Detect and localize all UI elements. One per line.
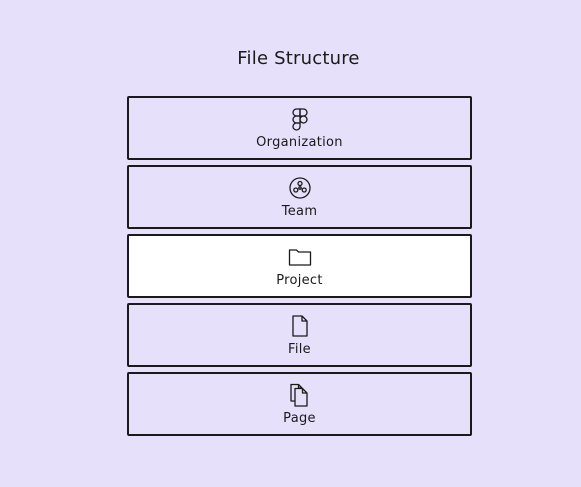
diagram-title: File Structure — [237, 48, 360, 69]
level-project: Project — [127, 234, 472, 298]
pages-icon — [288, 383, 312, 407]
figma-logo-icon — [288, 107, 312, 131]
level-label: Page — [283, 410, 316, 426]
level-file: File — [127, 303, 472, 367]
level-label: Team — [281, 203, 318, 219]
level-team: Team — [127, 165, 472, 229]
level-label: Project — [276, 272, 323, 288]
file-icon — [288, 314, 312, 338]
hierarchy-stack: Organization Team Project File Page — [127, 96, 472, 441]
team-icon — [288, 176, 312, 200]
folder-icon — [288, 245, 312, 269]
level-label: Organization — [256, 134, 343, 150]
level-label: File — [288, 341, 311, 357]
level-page: Page — [127, 372, 472, 436]
level-organization: Organization — [127, 96, 472, 160]
